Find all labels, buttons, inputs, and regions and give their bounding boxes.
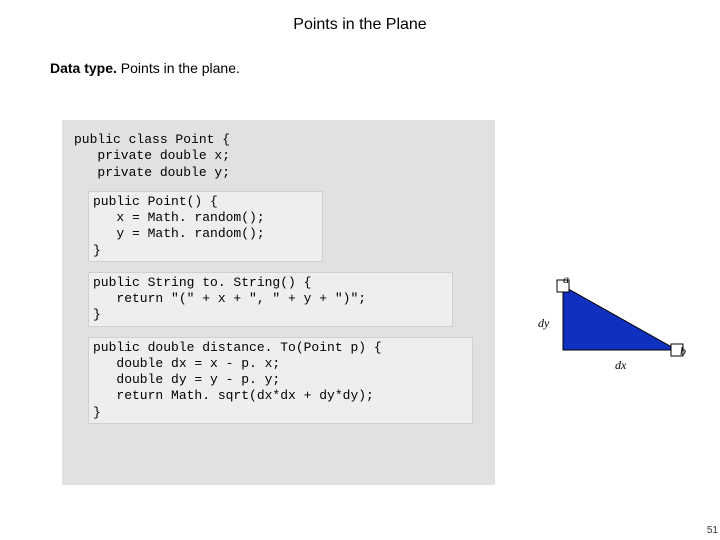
figure-label-dx: dx <box>615 358 626 373</box>
code-distance-block: public double distance. To(Point p) { do… <box>88 337 473 424</box>
code-panel: public class Point { private double x; p… <box>62 120 495 485</box>
page-number: 51 <box>707 525 718 536</box>
code-tostring: public String to. String() { return "(" … <box>93 275 448 324</box>
triangle-icon <box>555 278 685 358</box>
figure-label-a: a <box>563 272 569 287</box>
code-constructor-block: public Point() { x = Math. random(); y =… <box>88 191 323 262</box>
code-class-head: public class Point { private double x; p… <box>74 132 487 181</box>
figure-label-dy: dy <box>538 316 549 331</box>
subtitle: Data type. Points in the plane. <box>0 34 720 76</box>
code-distance: public double distance. To(Point p) { do… <box>93 340 468 421</box>
code-tostring-block: public String to. String() { return "(" … <box>88 272 453 327</box>
page-title: Points in the Plane <box>0 0 720 34</box>
distance-figure: a b dx dy <box>535 278 685 378</box>
code-constructor: public Point() { x = Math. random(); y =… <box>93 194 318 259</box>
figure-label-b: b <box>680 344 686 359</box>
subtitle-rest: Points in the plane. <box>117 60 240 76</box>
subtitle-bold: Data type. <box>50 60 117 76</box>
